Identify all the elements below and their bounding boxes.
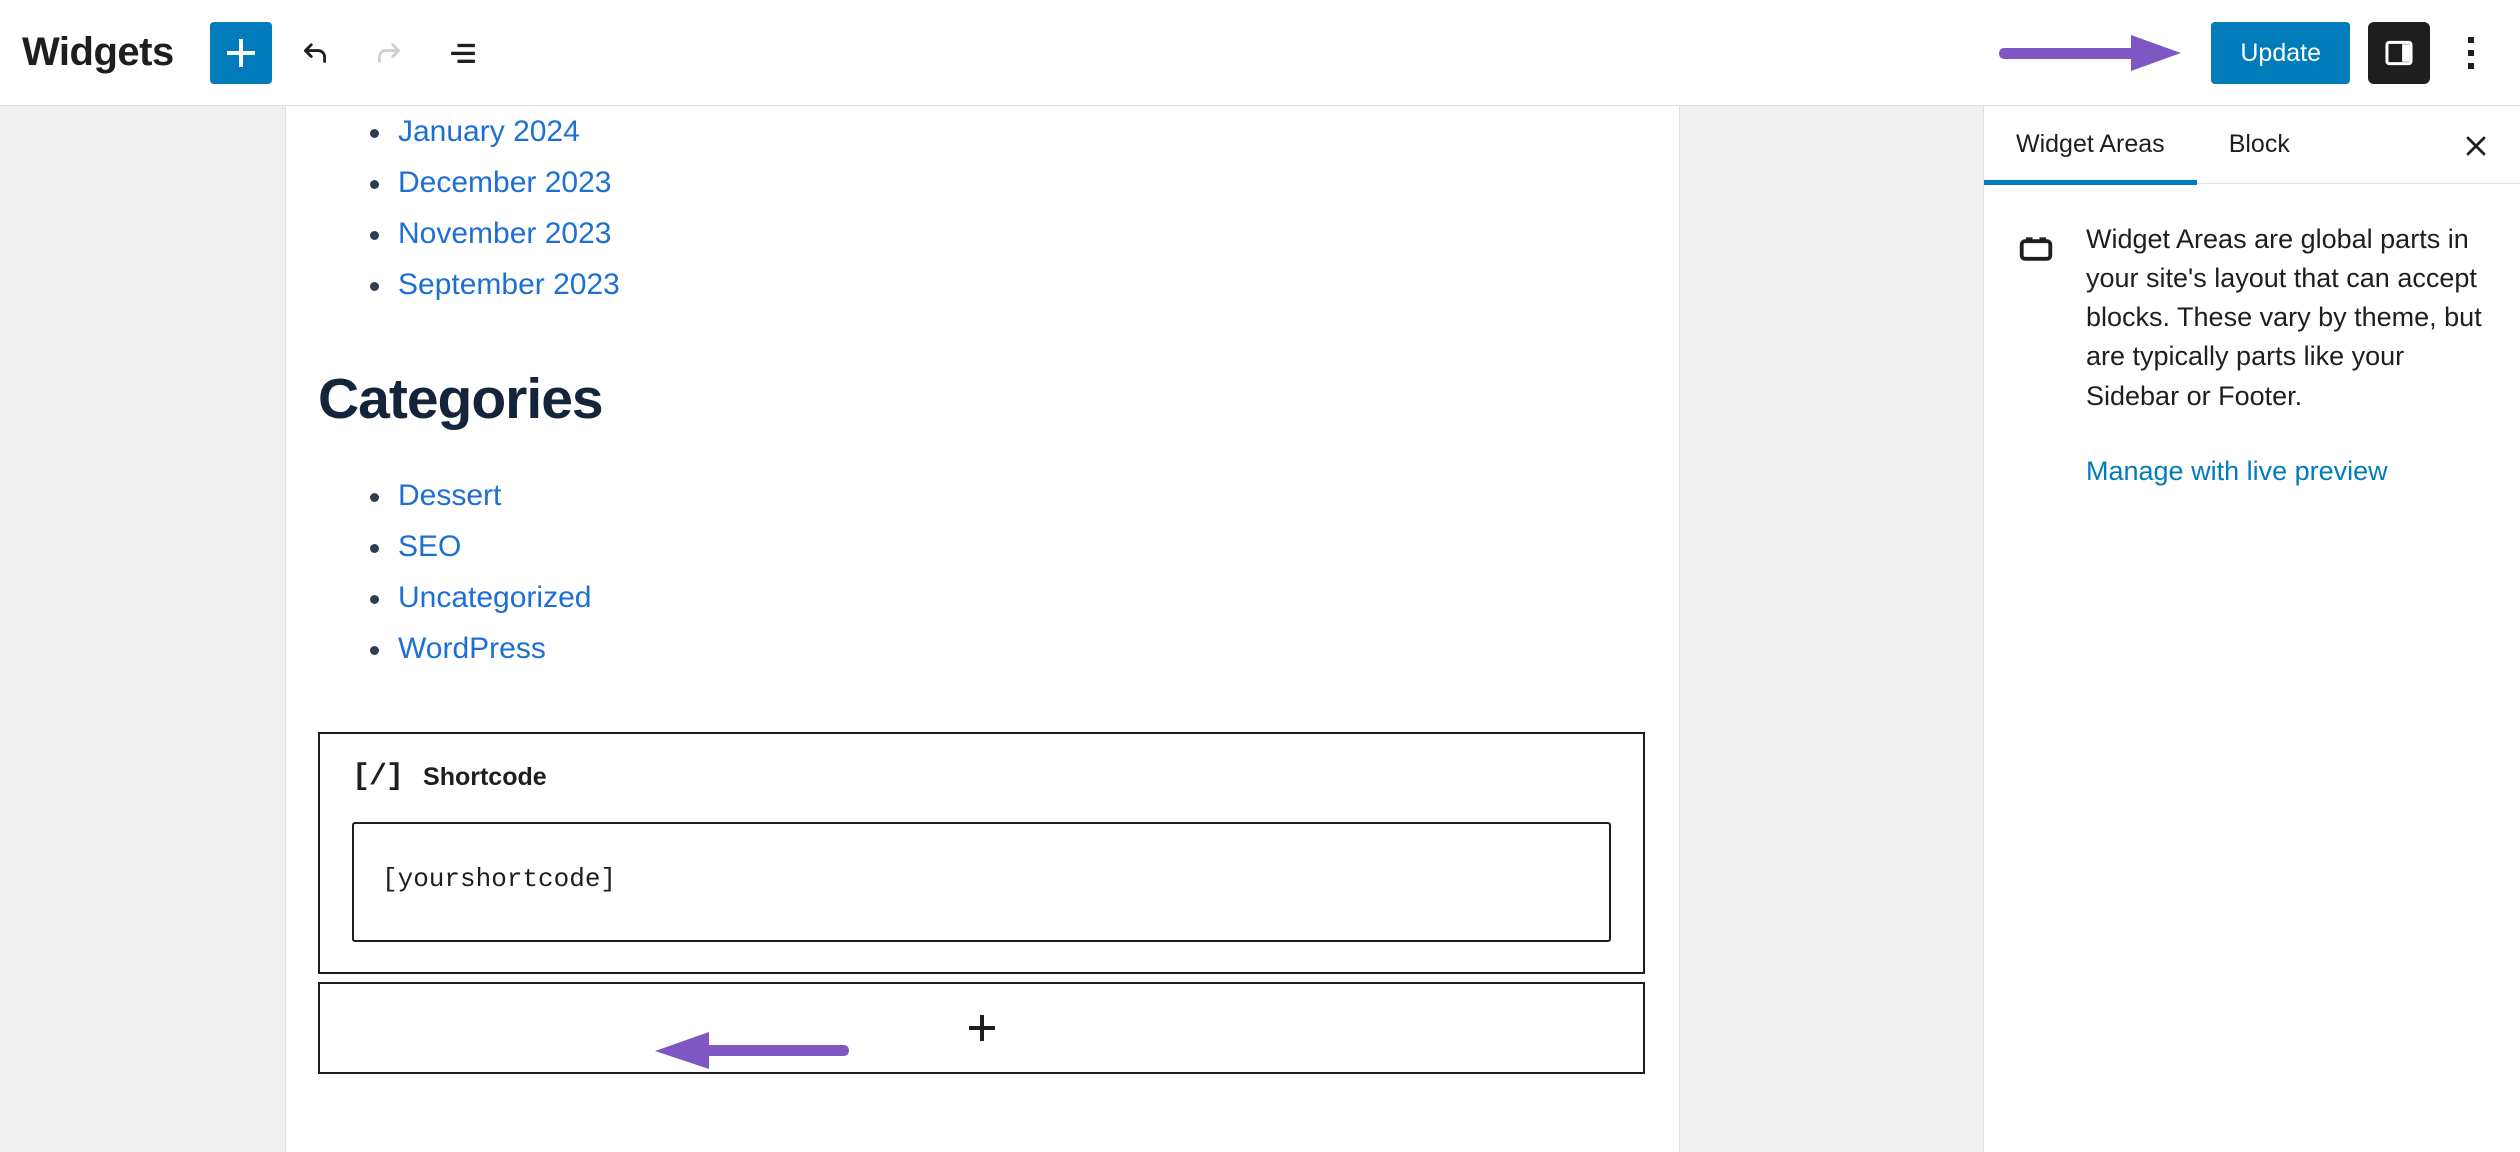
archive-link[interactable]: January 2024 [398, 115, 580, 148]
plus-icon [226, 38, 255, 67]
shortcode-block-label: Shortcode [423, 762, 547, 791]
list-item[interactable]: September 2023 [318, 259, 1647, 310]
sidebar-text-column: Widget Areas are global parts in your si… [2086, 220, 2486, 487]
manage-with-live-preview-link[interactable]: Manage with live preview [2086, 456, 2388, 487]
more-options-button[interactable] [2440, 22, 2502, 84]
sidebar-panel-icon [2385, 40, 2413, 66]
plus-icon [968, 1015, 995, 1041]
header-right-tools: Update [1995, 0, 2502, 106]
widget-icon-wrapper [2014, 220, 2058, 487]
block-appender-button[interactable] [318, 982, 1645, 1074]
archives-widget-list: January 2024 December 2023 November 2023… [318, 106, 1647, 310]
undo-button[interactable] [284, 22, 346, 84]
settings-sidebar-toggle-button[interactable] [2368, 22, 2430, 84]
redo-button[interactable] [358, 22, 420, 84]
editor-header: Widgets Update [0, 0, 2520, 106]
block-canvas: January 2024 December 2023 November 2023… [285, 106, 1680, 1152]
shortcode-block[interactable]: [/] Shortcode [318, 732, 1645, 974]
redo-icon [377, 42, 400, 63]
category-link[interactable]: SEO [398, 530, 461, 563]
list-item[interactable]: December 2023 [318, 157, 1647, 208]
update-button[interactable]: Update [2211, 22, 2350, 84]
categories-widget-list: Dessert SEO Uncategorized WordPress [318, 470, 1647, 674]
dot-1 [2468, 37, 2474, 43]
list-item[interactable]: January 2024 [318, 106, 1647, 157]
list-item[interactable]: SEO [318, 521, 1647, 572]
list-view-icon [450, 43, 475, 63]
category-link[interactable]: Uncategorized [398, 581, 591, 614]
shortcode-icon: [/] [352, 760, 404, 794]
editor-workspace: January 2024 December 2023 November 2023… [0, 106, 1983, 1152]
header-left-tools: Widgets [0, 21, 494, 84]
settings-sidebar: Widget Areas Block Widget Areas are glob… [1983, 106, 2520, 1152]
shortcode-input[interactable] [352, 822, 1611, 942]
list-item[interactable]: WordPress [318, 623, 1647, 674]
annotation-arrow-to-update [1999, 35, 2182, 71]
archive-link[interactable]: September 2023 [398, 268, 620, 301]
categories-heading: Categories [318, 367, 604, 431]
undo-icon [303, 42, 326, 63]
list-view-button[interactable] [432, 22, 494, 84]
archive-link[interactable]: December 2023 [398, 166, 611, 199]
list-item[interactable]: Uncategorized [318, 572, 1647, 623]
category-link[interactable]: Dessert [398, 479, 501, 512]
widget-areas-description: Widget Areas are global parts in your si… [2086, 224, 2482, 411]
list-item[interactable]: Dessert [318, 470, 1647, 521]
add-block-button[interactable] [209, 21, 272, 84]
widget-icon [2019, 237, 2053, 261]
tab-block[interactable]: Block [2197, 106, 2322, 184]
close-icon [2466, 136, 2486, 156]
archive-link[interactable]: November 2023 [398, 217, 611, 250]
tab-widget-areas[interactable]: Widget Areas [1984, 106, 2197, 185]
shortcode-block-header: [/] Shortcode [352, 760, 1611, 794]
page-title: Widgets [22, 30, 174, 74]
close-sidebar-button[interactable] [2448, 118, 2504, 174]
category-link[interactable]: WordPress [398, 632, 546, 665]
sidebar-content: Widget Areas are global parts in your si… [1984, 184, 2520, 487]
dot-2 [2468, 50, 2474, 56]
dot-3 [2468, 63, 2474, 69]
list-item[interactable]: November 2023 [318, 208, 1647, 259]
canvas-inner: January 2024 December 2023 November 2023… [286, 106, 1679, 1074]
sidebar-tab-list: Widget Areas Block [1984, 106, 2520, 185]
